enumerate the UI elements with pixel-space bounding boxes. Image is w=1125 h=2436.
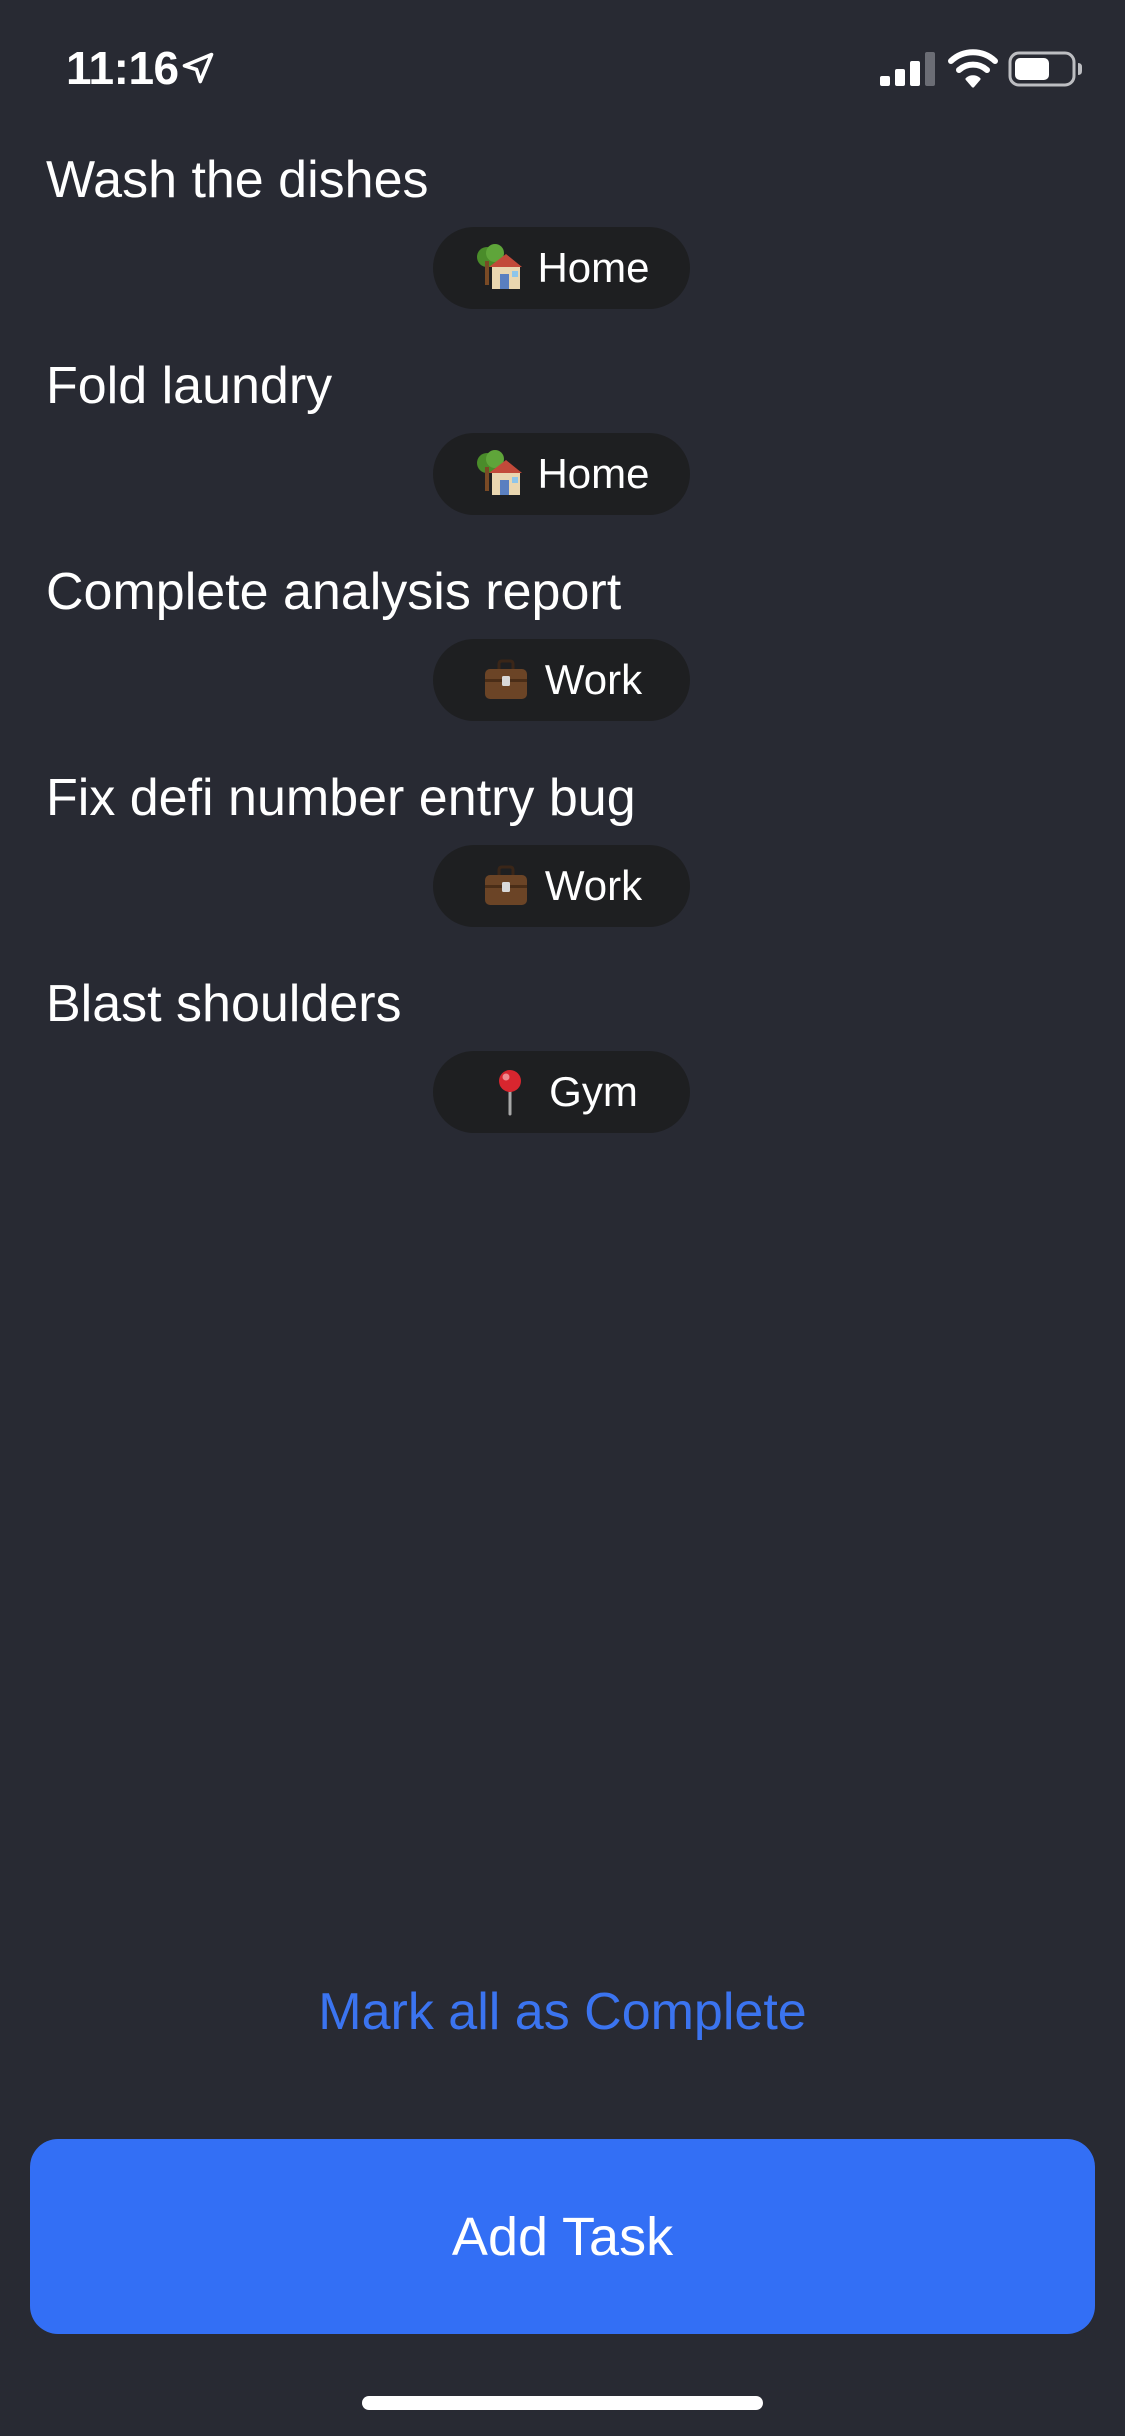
category-tag[interactable]: Home: [433, 227, 690, 309]
task-item[interactable]: Complete analysis report Work: [0, 552, 1125, 758]
location-arrow-icon: [182, 52, 214, 84]
tag-label: Work: [544, 656, 643, 703]
task-title[interactable]: Complete analysis report: [46, 552, 621, 632]
signal-icon: [880, 52, 935, 86]
briefcase-icon: [484, 865, 527, 905]
add-task-label: Add Task: [451, 2206, 674, 2267]
pin-icon: [499, 1070, 522, 1116]
task-title[interactable]: Fix defi number entry bug: [46, 758, 636, 838]
status-bar: 11:16: [0, 0, 1125, 132]
task-list: Wash the dishes Home Fold laundry Home C…: [0, 140, 1125, 1170]
category-tag[interactable]: Work: [433, 639, 690, 721]
wifi-icon: [948, 49, 998, 88]
task-title[interactable]: Wash the dishes: [46, 140, 428, 220]
battery-icon: [1008, 51, 1082, 87]
home-indicator[interactable]: [362, 2396, 763, 2410]
house-icon: [477, 244, 523, 289]
task-title[interactable]: Blast shoulders: [46, 964, 402, 1044]
task-item[interactable]: Fold laundry Home: [0, 346, 1125, 552]
tag-label: Home: [537, 244, 650, 291]
task-title[interactable]: Fold laundry: [46, 346, 332, 426]
tag-label: Work: [544, 862, 643, 909]
task-item[interactable]: Fix defi number entry bug Work: [0, 758, 1125, 964]
add-task-button[interactable]: Add Task: [30, 2139, 1095, 2334]
tag-label: Gym: [549, 1068, 638, 1115]
briefcase-icon: [484, 659, 527, 699]
mark-all-complete-button[interactable]: Mark all as Complete: [0, 1972, 1125, 2052]
category-tag[interactable]: Home: [433, 433, 690, 515]
category-tag[interactable]: Gym: [433, 1051, 690, 1133]
house-icon: [477, 450, 523, 495]
category-tag[interactable]: Work: [433, 845, 690, 927]
task-item[interactable]: Blast shoulders Gym: [0, 964, 1125, 1170]
status-time: 11:16: [66, 42, 179, 94]
tag-label: Home: [537, 450, 650, 497]
task-item[interactable]: Wash the dishes Home: [0, 140, 1125, 346]
